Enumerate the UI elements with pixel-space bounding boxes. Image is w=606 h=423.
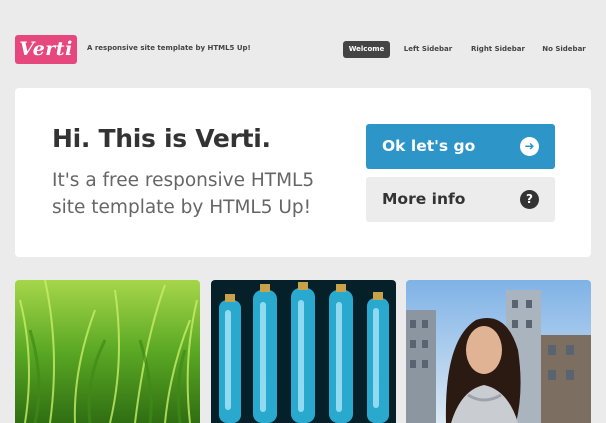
site-logo[interactable]: Verti [15,35,77,64]
bottles-image[interactable] [211,280,396,423]
ok-lets-go-button[interactable]: Ok let's go ➜ [366,124,555,169]
site-tagline: A responsive site template by HTML5 Up! [87,44,251,52]
more-info-label: More info [382,190,466,208]
arrow-right-circle-icon: ➜ [520,137,539,156]
nav-item-welcome[interactable]: Welcome [343,41,390,58]
question-circle-icon: ? [520,190,539,209]
site-header: Verti A responsive site template by HTML… [0,0,606,80]
banner: Hi. This is Verti. It's a free responsiv… [15,88,591,257]
banner-subtitle: It's a free responsive HTML5 site templa… [52,170,315,218]
ok-lets-go-label: Ok let's go [382,137,476,155]
nav-item-left-sidebar[interactable]: Left Sidebar [401,41,455,58]
more-info-button[interactable]: More info ? [366,177,555,222]
portrait-image[interactable] [406,280,591,423]
banner-title: Hi. This is Verti. [52,124,271,153]
grass-image[interactable] [15,280,200,423]
nav-item-right-sidebar[interactable]: Right Sidebar [468,41,528,58]
nav-item-no-sidebar[interactable]: No Sidebar [538,41,590,58]
